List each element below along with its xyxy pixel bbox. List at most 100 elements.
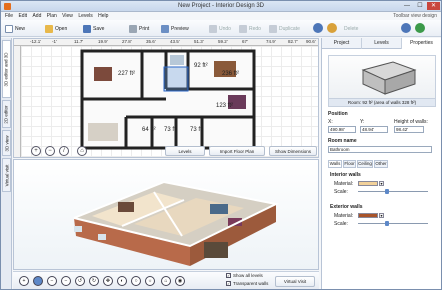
transparent-walls-checkbox[interactable]: ✓ Transparent walls xyxy=(226,281,268,286)
y-input[interactable]: 48.94' xyxy=(360,126,388,133)
info-icon[interactable] xyxy=(327,23,337,33)
room-area-label: 73 ft² xyxy=(164,127,178,133)
position-heading: Position xyxy=(328,111,348,117)
height-input[interactable]: 98.42' xyxy=(394,126,424,133)
delete-button[interactable]: Delete xyxy=(344,22,358,35)
tab-virtual-visit[interactable]: Virtual visit xyxy=(2,158,11,192)
help-icon[interactable] xyxy=(401,23,411,33)
menu-file[interactable]: File xyxy=(5,12,13,20)
import-label: Import Floor Plan xyxy=(219,148,255,154)
x-label: X: xyxy=(328,119,333,125)
show-all-levels-checkbox[interactable]: ✓ Show all levels xyxy=(226,273,263,278)
save-label: Save xyxy=(93,25,105,32)
bathtub-icon xyxy=(170,55,184,65)
menu-view[interactable]: View xyxy=(62,12,73,20)
room-preview xyxy=(328,55,436,99)
x-input[interactable]: 490.98' xyxy=(328,126,356,133)
slider-thumb[interactable] xyxy=(384,189,389,194)
redo-label: Redo xyxy=(249,25,261,32)
home-icon[interactable]: ⌂ xyxy=(161,276,171,286)
duplicate-button[interactable]: Duplicate xyxy=(269,22,300,35)
import-floor-plan-button[interactable]: Import Floor Plan xyxy=(209,146,265,156)
bed-icon xyxy=(94,67,112,81)
tab-project[interactable]: Project xyxy=(322,38,362,49)
virtual-visit-button[interactable]: Virtual Visit xyxy=(275,276,315,287)
tab-levels[interactable]: Levels xyxy=(362,38,402,49)
home-icon[interactable]: ⌂ xyxy=(77,146,87,156)
zoom-out-icon[interactable]: − xyxy=(61,276,71,286)
levels-button[interactable]: Levels xyxy=(165,146,205,156)
menu-help[interactable]: Help xyxy=(98,12,108,20)
floppy-icon xyxy=(83,24,91,33)
transparent-walls-label: Transparent walls xyxy=(233,281,269,286)
minimize-button[interactable]: — xyxy=(401,2,413,10)
tab-floor[interactable]: Floor xyxy=(343,160,356,168)
preview-button[interactable]: Preview xyxy=(161,22,189,35)
panel-tabs: Project Levels Properties xyxy=(322,38,441,50)
undo-label: Undo xyxy=(219,25,231,32)
save-button[interactable]: Save xyxy=(83,22,104,35)
levels-button-label: Levels xyxy=(178,148,192,154)
walk-mode-icon[interactable] xyxy=(33,276,43,286)
settings-icon[interactable] xyxy=(313,23,323,33)
tilt-icon[interactable]: ◐ xyxy=(117,276,127,286)
menu-add[interactable]: Add xyxy=(32,12,41,20)
show-dimensions-button[interactable]: Show Dimensions xyxy=(269,146,317,156)
interior-scale-slider[interactable] xyxy=(358,189,428,194)
exterior-scale-slider[interactable] xyxy=(358,221,428,226)
interior-material-swatch[interactable] xyxy=(358,181,378,186)
move-icon[interactable]: ✥ xyxy=(103,276,113,286)
orbit-icon[interactable]: ○ xyxy=(131,276,141,286)
camera-icon[interactable]: ◉ xyxy=(175,276,185,286)
tab-2d-editor[interactable]: 2D editor xyxy=(2,100,11,128)
rotate-left-icon[interactable]: ↺ xyxy=(75,276,85,286)
tab-3d-editor[interactable]: 3D editor and 3D xyxy=(2,40,11,98)
print-button[interactable]: Print xyxy=(129,22,149,35)
menu-levels[interactable]: Levels xyxy=(78,12,92,20)
tab-3d-view[interactable]: 3D view xyxy=(2,130,11,156)
tab-properties[interactable]: Properties xyxy=(402,38,441,50)
properties-panel: Project Levels Properties Room: 92 ft² (… xyxy=(321,38,441,289)
video-icon[interactable] xyxy=(415,23,425,33)
preview-label: Preview xyxy=(171,25,189,32)
chevron-down-icon[interactable]: ▾ xyxy=(379,213,384,218)
zoom-out-icon[interactable]: − xyxy=(45,146,55,156)
checkbox-checked-icon: ✓ xyxy=(226,281,231,286)
floor-plan-editor[interactable]: -12.1' -1' 11.7' 19.9' 27.8' 35.6' 43.5'… xyxy=(13,38,319,158)
tab-other[interactable]: Other xyxy=(374,160,388,168)
slider-thumb[interactable] xyxy=(384,221,389,226)
interior-walls-heading: Interior walls xyxy=(330,172,361,178)
3d-view[interactable] xyxy=(13,159,319,270)
kitchen-icon xyxy=(88,123,118,141)
menu-edit[interactable]: Edit xyxy=(18,12,27,20)
tab-walls[interactable]: Walls xyxy=(328,160,342,168)
undo-button[interactable]: Undo xyxy=(209,22,231,35)
new-button[interactable]: New xyxy=(5,22,25,35)
house-3d-render xyxy=(73,180,280,266)
room-area-label: 92 ft² xyxy=(194,63,208,69)
room-name-input[interactable]: Bathroom xyxy=(328,146,432,153)
menu-plan[interactable]: Plan xyxy=(47,12,57,20)
preview-icon xyxy=(161,24,169,33)
zoom-in-icon[interactable]: + xyxy=(31,146,41,156)
room-caption: Room: 92 ft² (area of walls 328 ft²) xyxy=(328,99,436,107)
tab-ceiling[interactable]: Ceiling xyxy=(357,160,373,168)
selected-room-highlight xyxy=(163,66,189,92)
redo-button[interactable]: Redo xyxy=(239,22,261,35)
rotate-right-icon[interactable]: ↻ xyxy=(89,276,99,286)
zoom-in-icon[interactable]: + xyxy=(19,276,29,286)
exterior-scale-label: Scale: xyxy=(334,221,348,227)
folder-icon xyxy=(45,24,53,33)
zoom-out-icon[interactable]: − xyxy=(47,276,57,286)
undo-icon xyxy=(209,24,217,33)
open-button[interactable]: Open xyxy=(45,22,67,35)
interior-material-label: Material: xyxy=(334,181,354,187)
exterior-material-swatch[interactable] xyxy=(358,213,378,218)
light-icon[interactable]: ☼ xyxy=(145,276,155,286)
ruler-tool-icon[interactable]: / xyxy=(59,146,69,156)
checkbox-checked-icon: ✓ xyxy=(226,273,231,278)
close-button[interactable]: ✕ xyxy=(427,2,440,10)
maximize-button[interactable]: ☐ xyxy=(414,2,426,10)
chevron-down-icon[interactable]: ▾ xyxy=(379,181,384,186)
title-bar: New Project - Interior Design 3D — ☐ ✕ xyxy=(1,1,441,12)
